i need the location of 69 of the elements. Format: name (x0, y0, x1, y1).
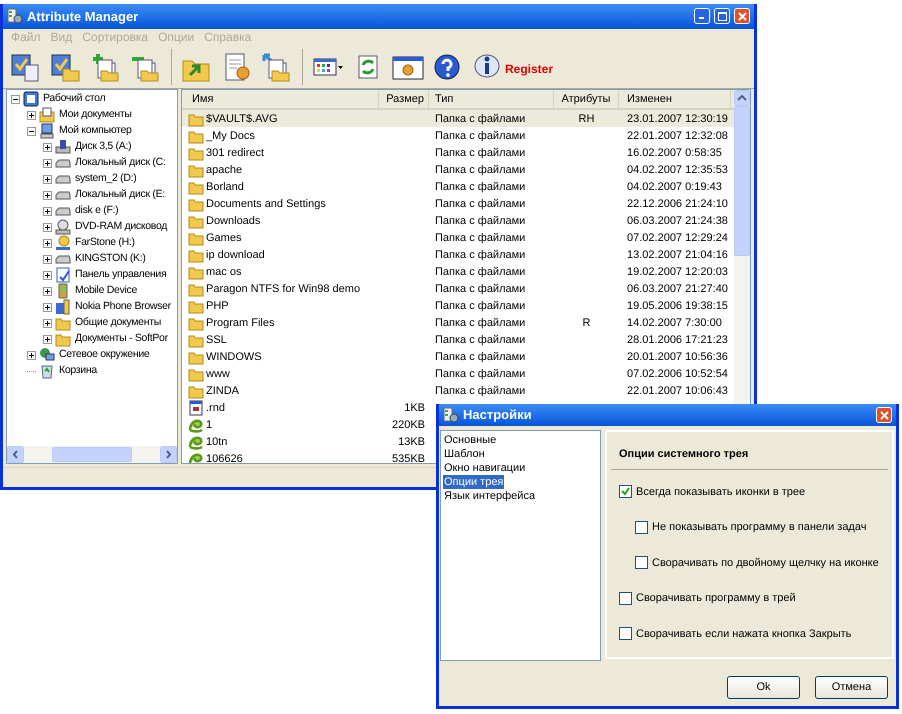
file-date: 13.02.2007 21:04:16 (627, 248, 728, 263)
file-name: _My Docs (206, 128, 255, 144)
file-date: 22.01.2007 10:06:43 (627, 384, 728, 399)
file-type: Папка с файлами (435, 332, 526, 348)
file-date: 28.01.2006 17:21:23 (627, 332, 728, 348)
file-name: mac os (206, 264, 242, 280)
file-type: Папка с файлами (435, 180, 526, 195)
file-date: 04.02.2007 0:19:43 (627, 180, 722, 195)
file-size: 13KB (398, 434, 425, 450)
file-name: ip download (206, 248, 265, 263)
file-date: 06.03.2007 21:24:38 (627, 214, 728, 229)
file-type: Папка с файлами (435, 282, 526, 297)
file-type: Папка с файлами (435, 230, 526, 246)
file-type: Папка с файлами (435, 350, 526, 365)
file-name: Games (206, 230, 242, 246)
file-type: Папка с файлами (435, 298, 526, 314)
file-date: 22.12.2006 21:24:10 (627, 196, 728, 212)
file-type: Папка с файлами (435, 128, 526, 144)
file-name: Documents and Settings (206, 196, 326, 212)
panel-title: Опции системного трея (619, 447, 750, 462)
option-label: Сворачивать по двойному щелчку на иконке (652, 556, 879, 570)
file-date: 22.01.2007 12:32:08 (627, 128, 728, 144)
file-name: Downloads (206, 214, 260, 229)
option-label: Сворачивать программу в трей (636, 591, 796, 606)
file-date: 07.02.2007 12:29:24 (627, 230, 728, 246)
file-date: 14.02.2007 7:30:00 (627, 316, 722, 331)
window-title: Attribute Manager (27, 8, 140, 26)
file-type: Папка с файлами (435, 162, 526, 178)
file-name: apache (206, 162, 242, 178)
file-name: 10tn (206, 434, 228, 450)
file-size: 1KB (404, 400, 425, 416)
file-name: Program Files (206, 316, 274, 331)
dialog-title: Настройки (463, 406, 533, 424)
file-size: 220KB (392, 418, 425, 433)
option-label: Сворачивать если нажата кнопка Закрыть (636, 626, 852, 642)
file-name: 301 redirect (206, 146, 264, 161)
file-type: Папка с файлами (435, 384, 526, 399)
file-type: Папка с файлами (435, 264, 526, 280)
file-name: www (206, 366, 230, 382)
file-name: Paragon NTFS for Win98 demo (206, 282, 360, 297)
file-type: Папка с файлами (435, 112, 526, 127)
file-type: Папка с файлами (435, 196, 526, 212)
file-date: 06.03.2007 21:27:40 (627, 282, 728, 297)
file-type: Папка с файлами (435, 214, 526, 229)
file-type: Папка с файлами (435, 146, 526, 161)
file-name: WINDOWS (206, 350, 262, 365)
option-label: Не показывать программу в панели задач (652, 520, 866, 535)
file-date: 20.01.2007 10:56:36 (627, 350, 728, 365)
file-date: 16.02.2007 0:58:35 (627, 146, 722, 161)
file-name: Borland (206, 180, 244, 195)
file-name: ZINDA (206, 384, 239, 399)
file-name: $VAULT$.AVG (206, 112, 278, 127)
file-name: PHP (206, 298, 229, 314)
file-attributes: R (582, 316, 590, 331)
file-date: 19.02.2007 12:20:03 (627, 264, 728, 280)
file-attributes: RH (578, 112, 594, 127)
file-date: 19.05.2006 19:38:15 (627, 298, 728, 314)
file-date: 04.02.2007 12:35:53 (627, 162, 728, 178)
file-name: 1 (206, 418, 212, 433)
file-name: .rnd (206, 400, 225, 416)
file-size: 535KB (392, 452, 425, 464)
file-type: Папка с файлами (435, 316, 526, 331)
option-label: Всегда показывать иконки в трее (636, 484, 806, 500)
file-date: 23.01.2007 12:30:19 (627, 112, 728, 127)
file-name: 106626 (206, 452, 243, 464)
file-name: SSL (206, 332, 227, 348)
file-date: 07.02.2006 10:52:54 (627, 366, 728, 382)
file-type: Папка с файлами (435, 366, 526, 382)
file-type: Папка с файлами (435, 248, 526, 263)
